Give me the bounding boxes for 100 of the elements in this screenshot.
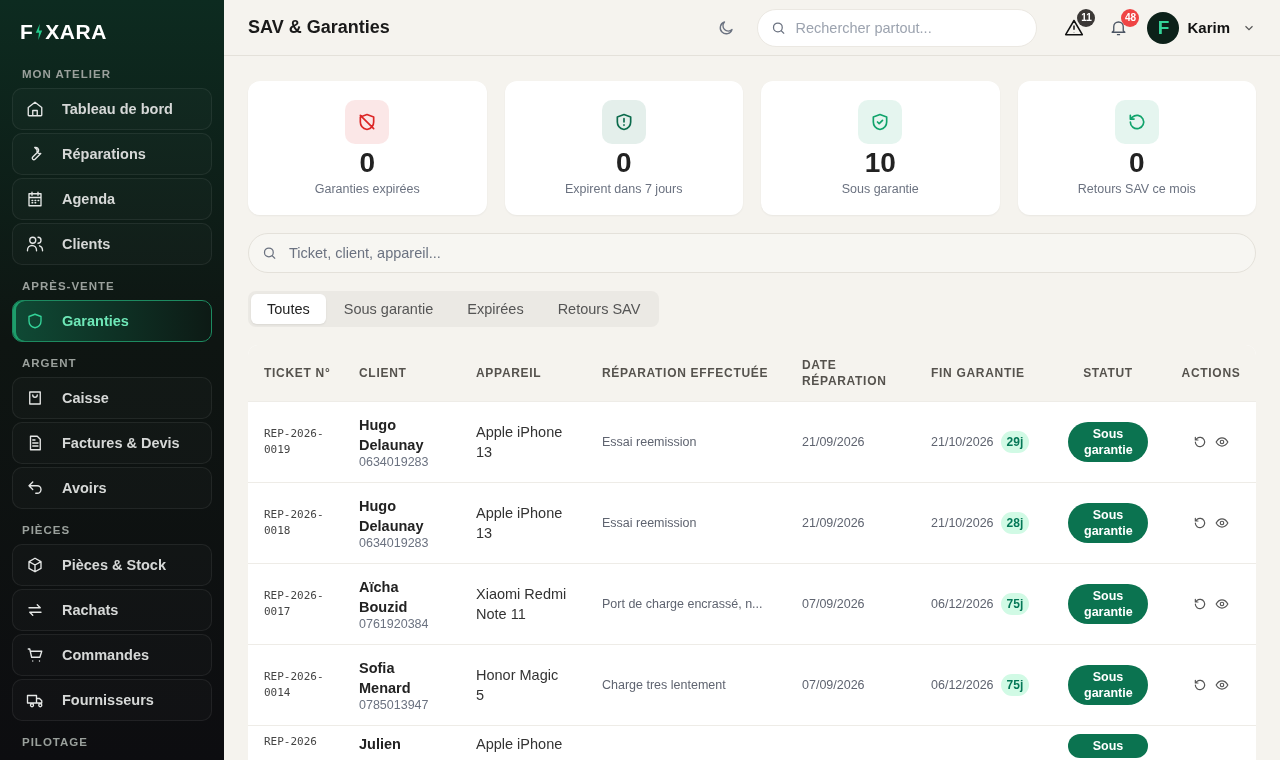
home-icon bbox=[26, 100, 44, 118]
search-icon bbox=[262, 245, 277, 261]
section-heading: PILOTAGE bbox=[21, 735, 89, 750]
client-phone: 0785013947 bbox=[359, 698, 430, 712]
stat-label: Sous garantie bbox=[841, 182, 919, 197]
status-badge: Sous garantie bbox=[1068, 422, 1148, 462]
logo-text: F bbox=[20, 20, 34, 44]
sidebar-item[interactable]: Clients bbox=[12, 223, 212, 265]
client-name: Sofia Menard bbox=[359, 659, 412, 698]
client-phone: 0761920384 bbox=[359, 617, 430, 631]
stat-value: 0 bbox=[359, 147, 376, 179]
sidebar-item[interactable]: Avoirs bbox=[12, 467, 212, 509]
lightning-icon bbox=[35, 24, 44, 40]
sidebar-item[interactable]: Tableau de bord bbox=[12, 88, 212, 130]
device-name: Xiaomi Redmi Note 11 bbox=[475, 585, 568, 624]
ticket-number: REP-2026-0017 bbox=[263, 588, 325, 620]
stat-label: Garanties expirées bbox=[314, 182, 420, 197]
filter-tab[interactable]: Sous garantie bbox=[327, 294, 450, 324]
warranty-end-date: 21/10/2026 bbox=[931, 435, 994, 449]
moon-icon[interactable] bbox=[717, 18, 736, 37]
column-header: TICKET N° bbox=[263, 365, 332, 381]
client-name: Hugo Delaunay bbox=[359, 416, 425, 455]
stat-label: Expirent dans 7 jours bbox=[565, 182, 683, 197]
sidebar-item[interactable]: Caisse bbox=[12, 377, 212, 419]
section-heading: ARGENT bbox=[21, 356, 78, 371]
sidebar-item[interactable]: Pièces & Stock bbox=[12, 544, 212, 586]
column-header: RÉPARATION EFFECTUÉE bbox=[601, 365, 770, 381]
sidebar-item[interactable]: Garanties bbox=[12, 300, 212, 342]
device-name: Apple iPhone 13 bbox=[475, 504, 564, 543]
repair-description: Port de charge encrassé, n... bbox=[602, 597, 763, 611]
sidebar-item[interactable]: Agenda bbox=[12, 178, 212, 220]
count-badge: 11 bbox=[1077, 8, 1096, 27]
warranty-end-date: 06/12/2026 bbox=[931, 597, 994, 611]
eye-icon[interactable] bbox=[1215, 678, 1229, 692]
filter-tab[interactable]: Expirées bbox=[451, 294, 540, 324]
repair-date: 07/09/2026 bbox=[802, 597, 865, 611]
eye-icon[interactable] bbox=[1215, 516, 1229, 530]
client-name: Aïcha Bouzid bbox=[359, 578, 409, 617]
cart-icon bbox=[26, 646, 44, 664]
repair-description: Essai reemission bbox=[602, 516, 697, 530]
count-badge: 48 bbox=[1121, 8, 1140, 27]
calendar-icon bbox=[26, 190, 44, 208]
stat-value: 0 bbox=[1128, 147, 1145, 179]
logo-text: XARA bbox=[45, 20, 107, 44]
ticket-number: REP-2026-0019 bbox=[263, 426, 325, 458]
device-name: Honor Magic 5 bbox=[475, 666, 560, 705]
undo-arrow-icon bbox=[26, 479, 44, 497]
page-title: SAV & Garanties bbox=[248, 17, 390, 38]
sidebar-item[interactable]: Factures & Devis bbox=[12, 422, 212, 464]
device-name: Apple iPhone 13 bbox=[475, 423, 564, 462]
warranty-end-date: 21/10/2026 bbox=[931, 516, 994, 530]
package-icon bbox=[26, 556, 44, 574]
user-menu[interactable]: F Karim bbox=[1147, 11, 1256, 44]
ticket-number: REP-2026 bbox=[263, 734, 318, 750]
repair-date: 21/09/2026 bbox=[802, 435, 865, 449]
eye-icon[interactable] bbox=[1215, 597, 1229, 611]
sidebar-item[interactable]: Commandes bbox=[12, 634, 212, 676]
section-heading: PIÈCES bbox=[21, 523, 72, 538]
filter-tab[interactable]: Retours SAV bbox=[541, 294, 657, 324]
stat-value: 10 bbox=[864, 147, 896, 179]
client-name: Julien bbox=[359, 735, 402, 754]
column-header: ACTIONS bbox=[1180, 365, 1242, 381]
ticket-number: REP-2026-0014 bbox=[263, 669, 325, 701]
avatar: F bbox=[1147, 11, 1180, 44]
stat-value: 0 bbox=[615, 147, 632, 179]
shopping-bag-icon bbox=[26, 389, 44, 407]
device-name: Apple iPhone bbox=[475, 735, 564, 754]
column-header: FIN GARANTIE bbox=[930, 365, 1026, 381]
days-left-badge: 28j bbox=[1000, 512, 1030, 534]
client-name: Hugo Delaunay bbox=[359, 497, 425, 536]
column-header: APPAREIL bbox=[475, 365, 543, 381]
shield-icon bbox=[26, 312, 44, 330]
client-phone: 0634019283 bbox=[359, 536, 430, 550]
sidebar-item[interactable]: Rachats bbox=[12, 589, 212, 631]
repair-description: Charge tres lentement bbox=[602, 678, 726, 692]
status-badge: Sous bbox=[1068, 734, 1148, 758]
search-field[interactable]: Ticket, client, appareil... bbox=[248, 233, 1256, 273]
filter-tab[interactable]: Toutes bbox=[251, 294, 326, 324]
status-badge: Sous garantie bbox=[1068, 584, 1148, 624]
sidebar-item[interactable]: Réparations bbox=[12, 133, 212, 175]
section-heading: APRÈS-VENTE bbox=[21, 279, 116, 294]
rotate-icon[interactable] bbox=[1193, 516, 1207, 530]
status-badge: Sous garantie bbox=[1068, 665, 1148, 705]
sidebar-item[interactable]: Fournisseurs bbox=[12, 679, 212, 721]
users-icon bbox=[26, 235, 44, 253]
search-field[interactable]: Rechercher partout... bbox=[757, 8, 1038, 47]
column-header: DATE RÉPARATION bbox=[801, 357, 888, 389]
status-badge: Sous garantie bbox=[1068, 503, 1148, 543]
repair-description: Essai reemission bbox=[602, 435, 697, 449]
days-left-badge: 75j bbox=[1000, 593, 1030, 615]
search-icon bbox=[771, 20, 787, 35]
ticket-number: REP-2026-0018 bbox=[263, 507, 325, 539]
eye-icon[interactable] bbox=[1215, 435, 1229, 449]
rotate-icon[interactable] bbox=[1193, 678, 1207, 692]
days-left-badge: 29j bbox=[1000, 431, 1030, 453]
rotate-icon[interactable] bbox=[1193, 597, 1207, 611]
column-header: STATUT bbox=[1082, 365, 1134, 381]
stat-label: Retours SAV ce mois bbox=[1077, 182, 1196, 197]
repair-date: 07/09/2026 bbox=[802, 678, 865, 692]
rotate-icon[interactable] bbox=[1193, 435, 1207, 449]
